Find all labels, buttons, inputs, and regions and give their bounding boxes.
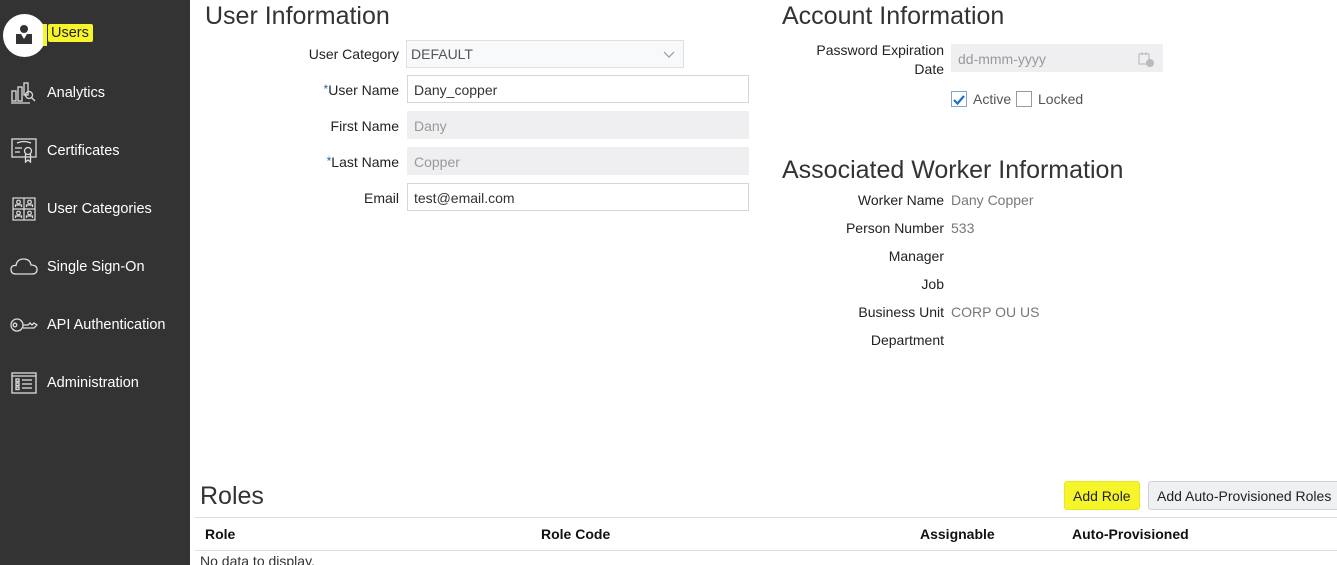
first-name-value: Dany [414, 118, 447, 134]
sidebar-item-label: Single Sign-On [47, 259, 145, 275]
analytics-icon [10, 79, 38, 107]
checkmark-icon [953, 95, 965, 106]
administration-icon [10, 369, 38, 397]
column-header-auto-provisioned[interactable]: Auto-Provisioned [1072, 526, 1189, 542]
associated-worker-heading: Associated Worker Information [782, 156, 1124, 184]
user-categories-icon [10, 195, 38, 223]
divider [195, 517, 1337, 518]
sidebar-item-api-authentication[interactable]: API Authentication [0, 303, 190, 347]
user-name-value: Dany_copper [414, 82, 498, 98]
person-number-label: Person Number [845, 220, 944, 236]
column-header-role-code[interactable]: Role Code [541, 526, 610, 542]
sidebar-item-administration[interactable]: Administration [0, 361, 190, 405]
sidebar-item-label: Administration [47, 375, 139, 391]
calendar-icon[interactable] [1138, 51, 1155, 70]
worker-name-value: Dany Copper [951, 192, 1034, 208]
account-information-heading: Account Information [782, 2, 1005, 30]
sidebar-item-users[interactable]: Users [0, 12, 190, 57]
user-category-value: DEFAULT [411, 46, 473, 62]
user-name-label: *User Name [240, 82, 399, 98]
cloud-icon [10, 253, 38, 281]
add-role-button[interactable]: Add Role [1064, 481, 1140, 510]
empty-table-message: No data to display. [200, 553, 315, 565]
user-information-heading: User Information [205, 2, 390, 30]
last-name-field: Copper [407, 147, 749, 175]
sidebar-item-certificates[interactable]: Certificates [0, 129, 190, 173]
active-checkbox[interactable] [951, 91, 967, 107]
password-expiration-date-input[interactable]: dd-mmm-yyyy [951, 44, 1163, 72]
first-name-field: Dany [407, 111, 749, 139]
password-expiration-label-line2: Date [914, 61, 944, 77]
roles-heading: Roles [200, 482, 264, 510]
manager-label: Manager [888, 248, 944, 264]
key-icon [10, 311, 38, 339]
sidebar-item-single-sign-on[interactable]: Single Sign-On [0, 245, 190, 289]
job-label: Job [921, 276, 944, 292]
user-icon [10, 20, 38, 48]
certificate-icon [10, 137, 38, 165]
email-field[interactable]: test@email.com [407, 183, 749, 211]
sidebar-item-analytics[interactable]: Analytics [0, 71, 190, 115]
sidebar-item-label: Analytics [47, 85, 106, 101]
user-name-label-text: User Name [328, 82, 399, 98]
password-expiration-label: Password Expiration Date [780, 41, 944, 79]
active-label: Active [973, 91, 1012, 107]
worker-name-label: Worker Name [857, 192, 944, 208]
column-header-role[interactable]: Role [205, 526, 235, 542]
add-auto-provisioned-roles-button[interactable]: Add Auto-Provisioned Roles [1148, 481, 1337, 510]
last-name-value: Copper [414, 154, 460, 170]
first-name-label: First Name [330, 118, 399, 134]
department-label: Department [870, 332, 944, 348]
user-category-label: User Category [308, 46, 399, 62]
date-placeholder: dd-mmm-yyyy [958, 51, 1046, 67]
locked-checkbox[interactable] [1016, 91, 1032, 107]
sidebar-item-label: User Categories [47, 201, 152, 217]
sidebar-item-label: API Authentication [47, 317, 166, 333]
password-expiration-label-line1: Password Expiration [816, 42, 944, 58]
sidebar: Users Analytics Certificates User Catego… [0, 0, 190, 565]
last-name-label: *Last Name [240, 154, 399, 170]
business-unit-label: Business Unit [858, 304, 944, 320]
column-header-assignable[interactable]: Assignable [920, 526, 995, 542]
last-name-label-text: Last Name [331, 154, 399, 170]
locked-label: Locked [1038, 91, 1084, 107]
business-unit-value: CORP OU US [951, 304, 1040, 320]
user-name-field[interactable]: Dany_copper [407, 75, 749, 103]
email-label: Email [363, 190, 399, 206]
user-category-select[interactable]: DEFAULT [406, 40, 684, 68]
person-number-value: 533 [951, 220, 975, 236]
email-value: test@email.com [414, 190, 515, 206]
divider [195, 550, 1337, 551]
sidebar-item-label: Certificates [47, 143, 120, 159]
sidebar-item-user-categories[interactable]: User Categories [0, 187, 190, 231]
chevron-down-icon [663, 47, 675, 59]
sidebar-item-label: Users [48, 24, 93, 42]
